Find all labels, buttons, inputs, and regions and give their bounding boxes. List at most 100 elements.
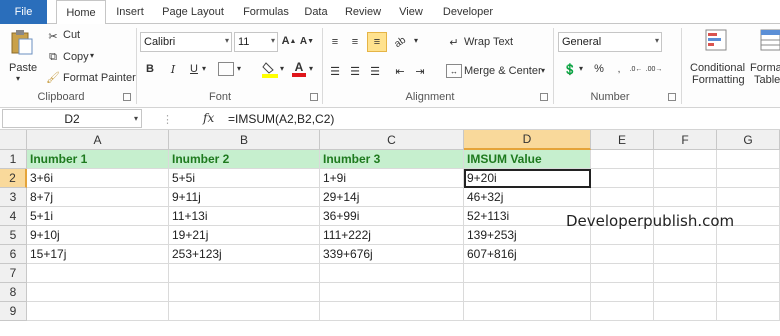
empty-cell[interactable] <box>27 302 169 321</box>
cell-c1[interactable]: Inumber 3 <box>320 150 464 169</box>
column-header-c[interactable]: C <box>320 130 464 150</box>
empty-cell[interactable] <box>591 150 654 169</box>
empty-cell[interactable] <box>591 188 654 207</box>
conditional-formatting-label-2[interactable]: Formatting <box>692 74 745 86</box>
fill-color-icon[interactable] <box>262 60 278 78</box>
borders-icon[interactable] <box>218 62 234 76</box>
increase-decimal-icon[interactable]: .0← <box>628 62 644 76</box>
orientation-icon[interactable]: ab <box>389 31 411 53</box>
empty-cell[interactable] <box>464 283 591 302</box>
merge-center-dropdown-icon[interactable]: ▾ <box>541 66 545 75</box>
number-launcher-icon[interactable] <box>668 93 676 101</box>
merge-center-icon[interactable]: ↔ <box>446 64 462 78</box>
shrink-font-icon[interactable]: A ▼ <box>300 34 314 48</box>
empty-cell[interactable] <box>169 264 320 283</box>
cell-a1[interactable]: Inumber 1 <box>27 150 169 169</box>
empty-cell[interactable] <box>654 264 717 283</box>
empty-cell[interactable] <box>591 302 654 321</box>
format-painter-button[interactable]: Format Painter <box>63 72 136 84</box>
cell-b4[interactable]: 11+13i <box>169 207 320 226</box>
empty-cell[interactable] <box>654 150 717 169</box>
cell-d2-active[interactable]: 9+20i <box>464 169 591 188</box>
chevron-down-icon[interactable]: ▾ <box>134 114 138 123</box>
formula-input[interactable]: =IMSUM(A2,B2,C2) <box>228 112 334 126</box>
empty-cell[interactable] <box>320 302 464 321</box>
tab-developer[interactable]: Developer <box>436 0 500 24</box>
name-box[interactable]: D2 ▾ <box>2 109 142 128</box>
borders-dropdown-icon[interactable]: ▾ <box>237 64 241 73</box>
align-bottom-icon[interactable]: ≡ <box>367 32 387 52</box>
row-header-7[interactable]: 7 <box>0 264 27 283</box>
empty-cell[interactable] <box>654 302 717 321</box>
empty-cell[interactable] <box>717 245 780 264</box>
font-color-dropdown-icon[interactable]: ▾ <box>309 64 313 73</box>
cell-d3[interactable]: 46+32j <box>464 188 591 207</box>
cell-a6[interactable]: 15+17j <box>27 245 169 264</box>
paste-icon[interactable] <box>8 28 36 56</box>
empty-cell[interactable] <box>717 169 780 188</box>
row-header-5[interactable]: 5 <box>0 226 27 245</box>
align-right-icon[interactable]: ☰ <box>367 64 383 78</box>
paste-dropdown-icon[interactable]: ▾ <box>16 74 20 83</box>
cell-b1[interactable]: Inumber 2 <box>169 150 320 169</box>
empty-cell[interactable] <box>717 188 780 207</box>
wrap-text-button[interactable]: Wrap Text <box>464 36 513 48</box>
comma-style-icon[interactable]: , <box>612 62 626 76</box>
bold-icon[interactable]: B <box>144 62 156 76</box>
cell-a5[interactable]: 9+10j <box>27 226 169 245</box>
align-left-icon[interactable]: ☰ <box>327 64 343 78</box>
clipboard-launcher-icon[interactable] <box>123 93 131 101</box>
column-header-b[interactable]: B <box>169 130 320 150</box>
empty-cell[interactable] <box>591 283 654 302</box>
column-header-d[interactable]: D <box>464 130 591 150</box>
grow-font-icon[interactable]: A ▲ <box>282 34 297 48</box>
empty-cell[interactable] <box>654 245 717 264</box>
empty-cell[interactable] <box>169 283 320 302</box>
insert-function-icon[interactable]: fx <box>203 111 214 125</box>
cell-c3[interactable]: 29+14j <box>320 188 464 207</box>
merge-center-button[interactable]: Merge & Center <box>464 65 542 77</box>
empty-cell[interactable] <box>320 264 464 283</box>
font-launcher-icon[interactable] <box>310 93 318 101</box>
empty-cell[interactable] <box>591 264 654 283</box>
empty-cell[interactable] <box>169 302 320 321</box>
empty-cell[interactable] <box>320 283 464 302</box>
tab-formulas[interactable]: Formulas <box>236 0 296 24</box>
row-header-2[interactable]: 2 <box>0 169 27 188</box>
wrap-text-icon[interactable]: ↵ <box>446 34 462 50</box>
column-header-e[interactable]: E <box>591 130 654 150</box>
font-color-icon[interactable]: A <box>292 60 306 78</box>
cell-c2[interactable]: 1+9i <box>320 169 464 188</box>
column-header-g[interactable]: G <box>717 130 780 150</box>
format-as-table-icon[interactable] <box>760 28 780 52</box>
cell-c5[interactable]: 111+222j <box>320 226 464 245</box>
empty-cell[interactable] <box>591 169 654 188</box>
tab-file[interactable]: File <box>0 0 47 24</box>
paste-button[interactable]: Paste <box>9 62 37 74</box>
orientation-dropdown-icon[interactable]: ▾ <box>414 36 418 45</box>
accounting-dropdown-icon[interactable]: ▾ <box>579 64 583 73</box>
empty-cell[interactable] <box>591 245 654 264</box>
empty-cell[interactable] <box>27 264 169 283</box>
cell-c6[interactable]: 339+676j <box>320 245 464 264</box>
cell-a4[interactable]: 5+1i <box>27 207 169 226</box>
tab-insert[interactable]: Insert <box>110 0 150 24</box>
copy-dropdown-icon[interactable]: ▾ <box>90 51 94 60</box>
cut-button[interactable]: Cut <box>63 29 80 41</box>
font-size-select[interactable]: 11 ▾ <box>234 32 278 52</box>
cell-b6[interactable]: 253+123j <box>169 245 320 264</box>
tab-data[interactable]: Data <box>300 0 332 24</box>
tab-page-layout[interactable]: Page Layout <box>157 0 229 24</box>
empty-cell[interactable] <box>717 150 780 169</box>
copy-button[interactable]: Copy <box>63 51 89 63</box>
underline-icon[interactable]: U <box>188 62 200 76</box>
row-header-1[interactable]: 1 <box>0 150 27 169</box>
copy-icon[interactable]: ⧉ <box>46 50 60 64</box>
empty-cell[interactable] <box>717 264 780 283</box>
conditional-formatting-label-1[interactable]: Conditional <box>690 62 745 74</box>
align-center-icon[interactable]: ☰ <box>347 64 363 78</box>
underline-dropdown-icon[interactable]: ▾ <box>202 64 206 73</box>
row-header-4[interactable]: 4 <box>0 207 27 226</box>
row-header-3[interactable]: 3 <box>0 188 27 207</box>
cell-c4[interactable]: 36+99i <box>320 207 464 226</box>
